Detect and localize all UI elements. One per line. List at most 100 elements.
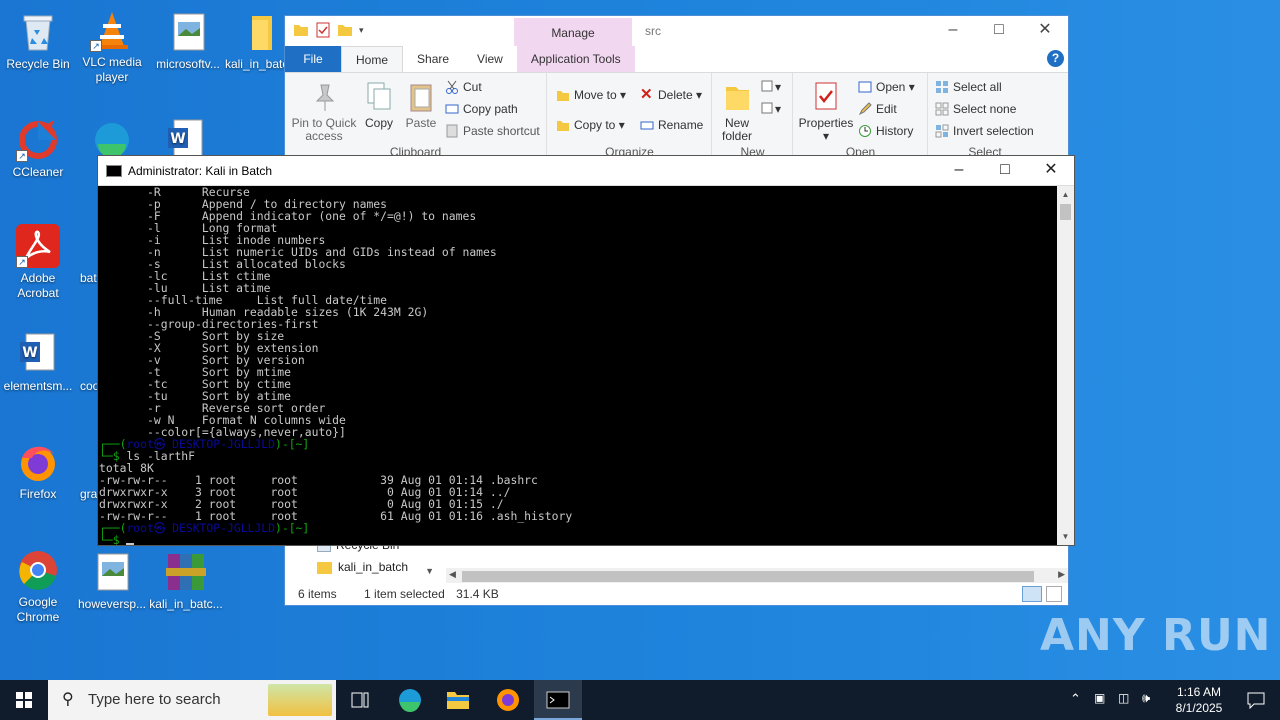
- desktop-icon-google-chrome[interactable]: Google Chrome: [0, 548, 76, 625]
- svg-text:W: W: [22, 345, 37, 361]
- desktop-icon-vlc[interactable]: ↗ VLC media player: [74, 8, 150, 85]
- edit-pencil-icon: [858, 102, 872, 116]
- nav-scroll-down-icon[interactable]: ▼: [425, 566, 434, 576]
- delete-button[interactable]: ✕ Delete ▾: [640, 85, 702, 105]
- large-icons-view-icon[interactable]: [1046, 586, 1062, 602]
- easy-access-button[interactable]: ▾: [761, 99, 781, 119]
- maximize-icon[interactable]: □: [982, 156, 1028, 186]
- rename-icon: [640, 118, 654, 132]
- taskbar-search-box[interactable]: ⚲ Type here to search: [48, 680, 336, 720]
- copy-button[interactable]: Copy: [359, 81, 399, 130]
- notification-icon[interactable]: [1246, 691, 1266, 710]
- taskbar-file-explorer[interactable]: [434, 680, 482, 720]
- desktop-icon-coo[interactable]: coo: [74, 332, 98, 394]
- folder-icon: [293, 22, 309, 38]
- history-icon: [858, 124, 872, 138]
- paste-shortcut-button[interactable]: Paste shortcut: [445, 121, 540, 141]
- search-icon: ⚲: [62, 691, 74, 708]
- desktop-icon-gra[interactable]: gra: [74, 440, 98, 502]
- desktop-icon-firefox[interactable]: Firefox: [0, 440, 76, 502]
- tab-file[interactable]: File: [285, 46, 341, 72]
- scroll-down-icon[interactable]: ▼: [1057, 528, 1074, 545]
- status-bar: 6 items 1 item selected 31.4 KB: [285, 583, 1068, 605]
- desktop-icon-label: VLC media player: [82, 55, 142, 84]
- minimize-icon[interactable]: –: [936, 156, 982, 186]
- rename-button[interactable]: Rename: [640, 115, 703, 135]
- network-icon[interactable]: ▣: [1094, 691, 1105, 705]
- cut-button[interactable]: Cut: [445, 77, 482, 97]
- scroll-left-icon[interactable]: ◀: [449, 569, 456, 580]
- explorer-titlebar[interactable]: ▾ Manage src – □ ✕: [285, 16, 1068, 46]
- details-view-icon[interactable]: [1022, 586, 1042, 602]
- taskbar-edge[interactable]: [386, 680, 434, 720]
- scissors-icon: [445, 80, 459, 94]
- manage-context-tab[interactable]: Manage: [514, 18, 632, 46]
- scrollbar-thumb[interactable]: [1060, 204, 1071, 220]
- minimize-icon[interactable]: –: [930, 16, 976, 46]
- open-button[interactable]: Open ▾: [858, 77, 915, 97]
- help-icon[interactable]: ?: [1047, 50, 1064, 67]
- scroll-up-icon[interactable]: ▲: [1057, 186, 1074, 203]
- pin-to-quick-access-button[interactable]: Pin to Quick access: [289, 81, 359, 143]
- paste-button[interactable]: Paste: [401, 81, 441, 130]
- desktop-icon-elementsm[interactable]: W elementsm...: [0, 332, 76, 394]
- scroll-right-icon[interactable]: ▶: [1058, 569, 1065, 580]
- volume-icon[interactable]: 🕪: [1142, 690, 1150, 706]
- new-folder-icon[interactable]: [337, 22, 353, 38]
- maximize-icon[interactable]: □: [976, 16, 1022, 46]
- desktop-icon-howeversp[interactable]: howeversp...: [74, 550, 150, 612]
- taskbar-command-prompt[interactable]: [534, 680, 582, 720]
- winrar-archive-icon: [164, 550, 208, 594]
- input-line[interactable]: └─$: [99, 534, 1057, 545]
- tab-share[interactable]: Share: [403, 46, 463, 72]
- ethernet-icon[interactable]: ◫: [1118, 691, 1129, 705]
- desktop-icon-recycle-bin[interactable]: Recycle Bin: [0, 10, 76, 72]
- desktop-icon-label: coo: [80, 379, 98, 393]
- close-icon[interactable]: ✕: [1028, 156, 1074, 186]
- invert-selection-button[interactable]: Invert selection: [935, 121, 1034, 141]
- copy-path-button[interactable]: Copy path: [445, 99, 518, 119]
- new-folder-button[interactable]: New folder: [715, 81, 759, 143]
- desktop-icon-ccleaner[interactable]: ↗ CCleaner: [0, 118, 76, 180]
- image-file-icon: [166, 10, 210, 54]
- tab-application-tools[interactable]: Application Tools: [516, 46, 635, 72]
- scrollbar-thumb[interactable]: [462, 571, 1034, 582]
- cmd-titlebar[interactable]: Administrator: Kali in Batch – □ ✕: [98, 156, 1074, 186]
- shortcut-arrow-icon: ↗: [16, 256, 28, 268]
- terminal-output[interactable]: -R Recurse -p Append / to directory name…: [98, 186, 1057, 545]
- desktop-icon-bat[interactable]: bat: [74, 224, 98, 286]
- nav-item-kali-in-batch[interactable]: kali_in_batch: [317, 560, 408, 574]
- properties-check-icon[interactable]: [315, 22, 331, 38]
- desktop-icon-kali-in-batch-archive[interactable]: kali_in_batc...: [148, 550, 224, 612]
- recycle-bin-icon: [16, 10, 60, 54]
- desktop-icon-microsoftv[interactable]: microsoftv...: [150, 10, 226, 72]
- select-none-button[interactable]: Select none: [935, 99, 1016, 119]
- new-item-button[interactable]: ▾: [761, 77, 781, 97]
- move-to-button[interactable]: Move to ▾: [556, 85, 626, 105]
- clock[interactable]: 1:16 AM 8/1/2025: [1164, 684, 1234, 716]
- chevron-down-icon[interactable]: ▾: [359, 22, 375, 38]
- vertical-scrollbar[interactable]: ▲ ▼: [1057, 186, 1074, 545]
- ribbon-group-open: Properties ▾ Open ▾ Edit History Open: [794, 73, 928, 159]
- folder-move-icon: [556, 88, 570, 102]
- open-icon: [858, 80, 872, 94]
- close-icon[interactable]: ✕: [1022, 16, 1068, 46]
- history-button[interactable]: History: [858, 121, 913, 141]
- copy-to-button[interactable]: Copy to ▾: [556, 115, 625, 135]
- task-view-button[interactable]: [336, 680, 384, 720]
- start-button[interactable]: [0, 680, 48, 720]
- desktop-icon-adobe-acrobat[interactable]: ↗ Adobe Acrobat: [0, 224, 76, 301]
- taskbar-firefox[interactable]: [484, 680, 532, 720]
- ribbon-tabs: File Home Share View Application Tools ?: [285, 46, 1068, 72]
- select-all-button[interactable]: Select all: [935, 77, 1002, 97]
- chevron-up-icon[interactable]: ⌃: [1070, 691, 1081, 707]
- properties-button[interactable]: Properties ▾: [798, 81, 854, 143]
- edit-button[interactable]: Edit: [858, 99, 897, 119]
- command-line: └─$ ls -larthF: [99, 449, 196, 463]
- tab-home[interactable]: Home: [341, 46, 404, 72]
- ccleaner-icon: ↗: [16, 118, 60, 162]
- desktop-icon-label: gra: [80, 487, 98, 501]
- file-icon: [76, 224, 96, 268]
- tab-view[interactable]: View: [463, 46, 517, 72]
- folder-icon: [238, 10, 282, 54]
